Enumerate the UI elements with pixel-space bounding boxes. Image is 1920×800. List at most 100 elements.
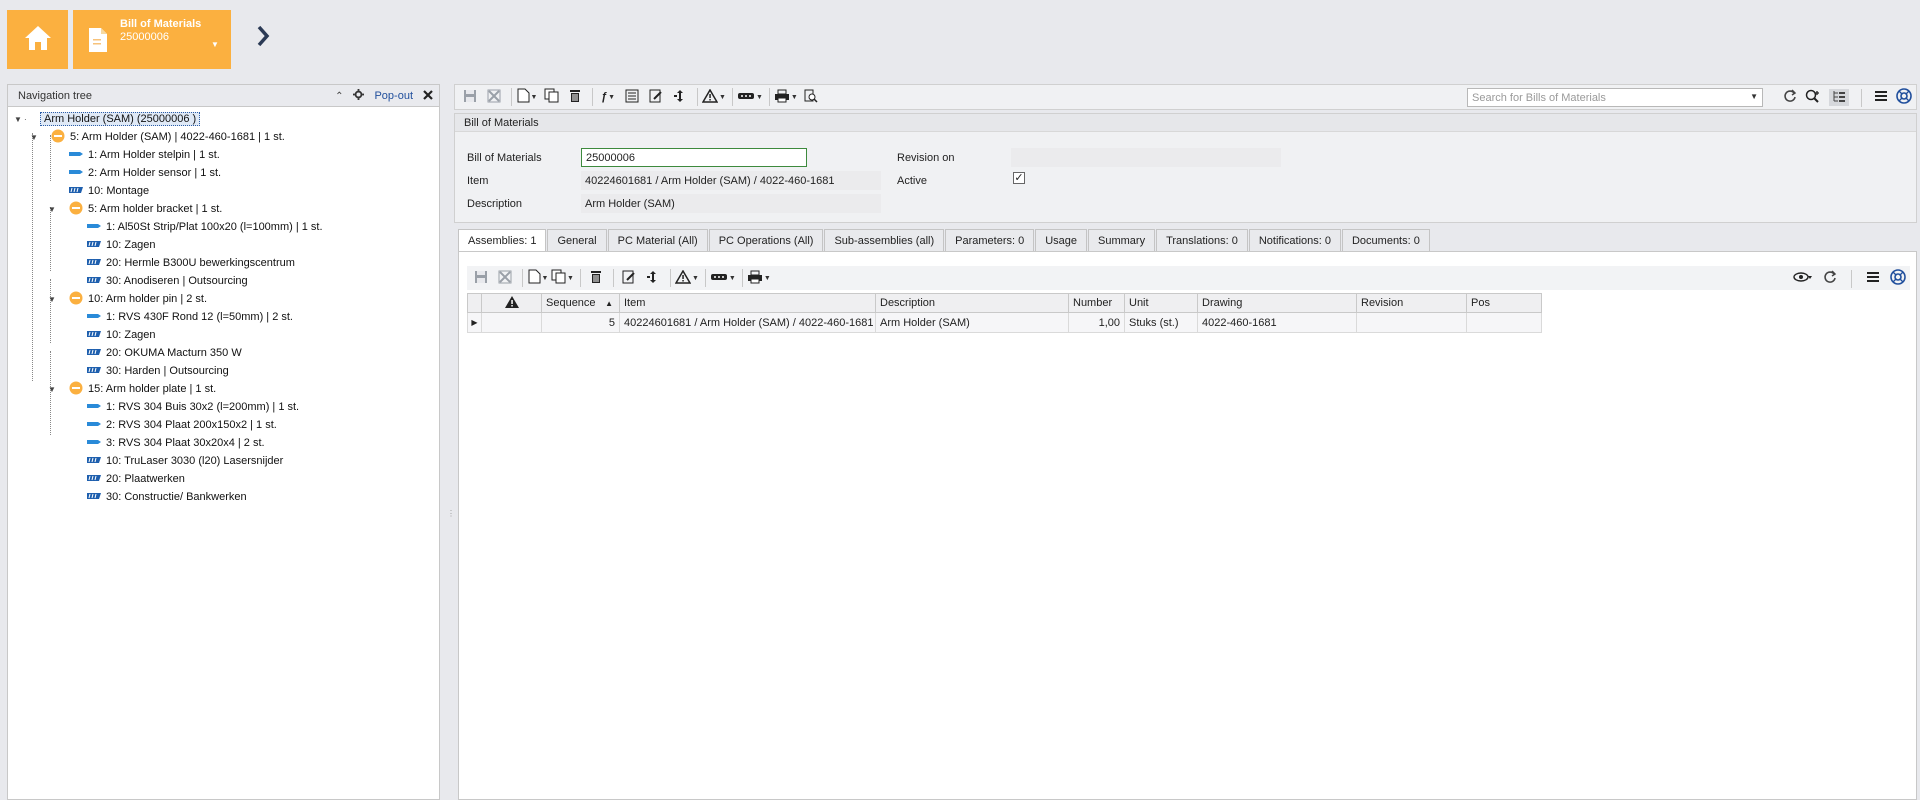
chevron-down-icon[interactable]: ▼ [48,385,56,394]
tree-item-operation[interactable]: 10: TruLaser 3030 (l20) Lasersnijder [8,452,439,470]
cancel-button[interactable] [483,87,505,107]
calculate-button[interactable] [621,87,643,107]
print-button[interactable]: ▼ [774,87,798,107]
view-options-icon[interactable] [1793,271,1813,286]
tab-parameters[interactable]: Parameters: 0 [945,229,1035,251]
help-icon[interactable] [1890,269,1906,288]
print-button[interactable]: ▼ [747,268,771,288]
column-header-warning[interactable] [482,293,542,313]
revision-field[interactable] [1011,148,1281,167]
tree-view-icon[interactable] [1829,89,1849,106]
column-header-number[interactable]: Number [1069,293,1125,313]
edit-button[interactable] [645,87,667,107]
tab-summary[interactable]: Summary [1088,229,1156,251]
column-header-unit[interactable]: Unit [1125,293,1198,313]
tree-item-operation[interactable]: 20: OKUMA Macturn 350 W [8,344,439,362]
bom-number-field[interactable]: 25000006 [581,148,807,167]
copy-button[interactable] [540,87,562,107]
chevron-down-icon[interactable]: ▼ [30,133,38,142]
new-button[interactable]: ▼ [516,87,538,107]
tree-item-assembly[interactable]: ▼ 10: Arm holder pin | 2 st. [8,290,439,308]
tree-item-material[interactable]: 1: RVS 304 Buis 30x2 (l=200mm) | 1 st. [8,398,439,416]
description-field[interactable]: Arm Holder (SAM) [581,194,881,213]
chevron-down-icon[interactable]: ▼ [1750,92,1758,101]
tab-assemblies[interactable]: Assemblies: 1 [458,229,547,252]
row-selector[interactable]: ▶ [467,313,482,333]
search-input[interactable]: Search for Bills of Materials ▼ [1467,88,1763,107]
tab-usage[interactable]: Usage [1035,229,1088,251]
tab-sub-assemblies[interactable]: Sub-assemblies (all) [824,229,945,251]
tree-item-operation[interactable]: 30: Constructie/ Bankwerken [8,488,439,506]
tree-item-assembly[interactable]: ▼ 5: Arm holder bracket | 1 st. [8,200,439,218]
tree-item-operation[interactable]: 10: Zagen [8,326,439,344]
collapse-icon[interactable]: ⌃ [335,91,343,102]
delete-button[interactable] [564,87,586,107]
panel-splitter[interactable]: ⋮ [444,84,455,800]
tab-general[interactable]: General [547,229,607,251]
cell-drawing: 4022-460-1681 [1198,313,1357,333]
chevron-right-icon[interactable] [256,25,270,50]
chevron-down-icon[interactable]: ▼ [48,205,56,214]
tree-item-material[interactable]: 2: Arm Holder sensor | 1 st. [8,164,439,182]
zoom-in-icon[interactable] [1805,89,1821,106]
active-checkbox[interactable]: ✓ [1013,172,1025,184]
tree-item-material[interactable]: 3: RVS 304 Plaat 30x20x4 | 2 st. [8,434,439,452]
tree-item-operation[interactable]: 10: Montage [8,182,439,200]
tree-item-operation[interactable]: 20: Plaatwerken [8,470,439,488]
edit-button[interactable] [618,268,640,288]
save-button[interactable] [459,87,481,107]
open-tab-bill-of-materials[interactable]: Bill of Materials 25000006 ▼ [73,10,231,69]
new-button[interactable]: ▼ [527,268,549,288]
column-header-sequence-label: Sequence [546,297,596,309]
resize-button[interactable] [669,87,691,107]
column-header-item[interactable]: Item [620,293,876,313]
copy-button[interactable]: ▼ [551,268,574,288]
actions-button[interactable]: ▼ [737,87,763,107]
menu-icon[interactable] [1874,90,1888,105]
tree-item-material[interactable]: 2: RVS 304 Plaat 200x150x2 | 1 st. [8,416,439,434]
gear-icon[interactable] [353,89,365,103]
tab-translations[interactable]: Translations: 0 [1156,229,1248,251]
tree-item-assembly[interactable]: ▼ 5: Arm Holder (SAM) | 4022-460-1681 | … [8,128,439,146]
column-header-drawing[interactable]: Drawing [1198,293,1357,313]
close-icon[interactable] [423,89,433,103]
delete-button[interactable] [585,268,607,288]
tree-item-operation[interactable]: 20: Hermle B300U bewerkingscentrum [8,254,439,272]
chevron-down-icon[interactable]: ▼ [14,115,22,124]
chevron-down-icon[interactable]: ▼ [211,40,219,49]
column-header-description[interactable]: Description [876,293,1069,313]
cancel-button[interactable] [494,268,516,288]
warning-button[interactable]: ▼ [674,268,699,288]
table-row[interactable]: ▶ 5 40224601681 / Arm Holder (SAM) / 402… [467,313,1910,333]
column-header-revision[interactable]: Revision [1357,293,1467,313]
chevron-down-icon[interactable]: ▼ [48,295,56,304]
warning-button[interactable]: ▼ [701,87,726,107]
tab-documents[interactable]: Documents: 0 [1341,229,1430,251]
help-icon[interactable] [1896,88,1912,107]
item-field[interactable]: 40224601681 / Arm Holder (SAM) / 4022-46… [581,171,881,190]
tree-item-material[interactable]: 1: RVS 430F Rond 12 (l=50mm) | 2 st. [8,308,439,326]
resize-button[interactable] [642,268,664,288]
refresh-icon[interactable] [1783,89,1797,106]
tree-item-operation[interactable]: 10: Zagen [8,236,439,254]
tree-item-material[interactable]: 1: Arm Holder stelpin | 1 st. [8,146,439,164]
tree-item-operation[interactable]: 30: Anodiseren | Outsourcing [8,272,439,290]
tree-item-root[interactable]: ▼ · Arm Holder (SAM) (25000006 ) [8,110,439,128]
formula-button[interactable]: ƒ ▼ [597,87,619,107]
actions-button[interactable]: ▼ [710,268,736,288]
column-header-selector[interactable] [467,293,482,313]
column-header-sequence[interactable]: Sequence ▲ [542,293,620,313]
home-button[interactable] [7,10,68,69]
refresh-icon[interactable] [1823,270,1837,287]
save-button[interactable] [470,268,492,288]
tree-item-assembly[interactable]: ▼ 15: Arm holder plate | 1 st. [8,380,439,398]
tab-notifications[interactable]: Notifications: 0 [1248,229,1341,251]
tab-pc-material[interactable]: PC Material (All) [607,229,708,251]
menu-icon[interactable] [1866,271,1880,286]
preview-button[interactable] [800,87,822,107]
tree-item-material[interactable]: 1: Al50St Strip/Plat 100x20 (l=100mm) | … [8,218,439,236]
tree-item-operation[interactable]: 30: Harden | Outsourcing [8,362,439,380]
column-header-pos[interactable]: Pos [1467,293,1542,313]
popout-link[interactable]: Pop-out [374,90,413,102]
tab-pc-operations[interactable]: PC Operations (All) [708,229,824,251]
